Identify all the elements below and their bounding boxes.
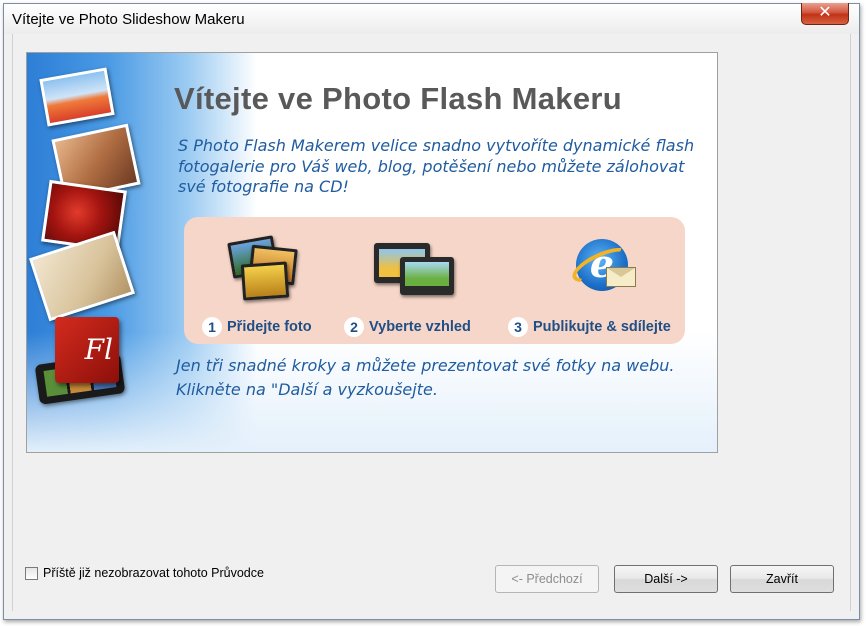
- step-1-number: 1: [202, 317, 222, 337]
- photos-icon: [227, 235, 300, 301]
- flash-logo-icon: Fl: [55, 317, 119, 383]
- step-1: 1 Přidejte foto: [202, 317, 312, 337]
- next-button[interactable]: Další ->: [614, 565, 718, 593]
- flash-filmstrip-graphic: Fl: [34, 311, 127, 417]
- step-2-label: Vyberte vzhled: [369, 319, 471, 335]
- welcome-panel: Fl Vítejte ve Photo Flash Makeru S Photo…: [26, 52, 718, 453]
- step-1-label: Přidejte foto: [227, 319, 312, 335]
- title-bar: Vítejte ve Photo Slideshow Makeru ✕: [4, 3, 859, 34]
- dont-show-again-row[interactable]: Příště již nezobrazovat tohoto Průvodce: [25, 566, 264, 580]
- film-screens-icon: [374, 239, 456, 297]
- previous-button[interactable]: <- Předchozí: [495, 565, 599, 593]
- window-title: Vítejte ve Photo Slideshow Makeru: [12, 11, 245, 28]
- outro-line-2: Klikněte na "Další a vyzkoušejte.: [176, 380, 438, 399]
- step-3-label: Publikujte & sdílejte: [533, 319, 671, 335]
- steps-box: e 1 Přidejte foto 2 Vyberte vzhled 3 Pub…: [184, 217, 685, 344]
- welcome-intro: S Photo Flash Makerem velice snadno vytv…: [178, 136, 695, 196]
- wizard-window: Vítejte ve Photo Slideshow Makeru ✕ Fl V…: [3, 3, 860, 620]
- close-window-button[interactable]: ✕: [801, 3, 849, 25]
- outro-line-1: Jen tři snadné kroky a můžete prezentova…: [176, 356, 675, 375]
- step-2: 2 Vyberte vzhled: [344, 317, 471, 337]
- step-3: 3 Publikujte & sdílejte: [508, 317, 671, 337]
- ie-mail-icon: e: [567, 239, 642, 299]
- dont-show-again-label[interactable]: Příště již nezobrazovat tohoto Průvodce: [43, 566, 264, 580]
- step-3-number: 3: [508, 317, 528, 337]
- dont-show-again-checkbox[interactable]: [25, 566, 38, 580]
- welcome-outro: Jen tři snadné kroky a můžete prezentova…: [176, 354, 706, 402]
- welcome-heading: Vítejte ve Photo Flash Makeru: [174, 81, 622, 116]
- wizard-content: Fl Vítejte ve Photo Flash Makeru S Photo…: [12, 34, 851, 611]
- step-2-number: 2: [344, 317, 364, 337]
- close-button[interactable]: Zavřít: [730, 565, 834, 593]
